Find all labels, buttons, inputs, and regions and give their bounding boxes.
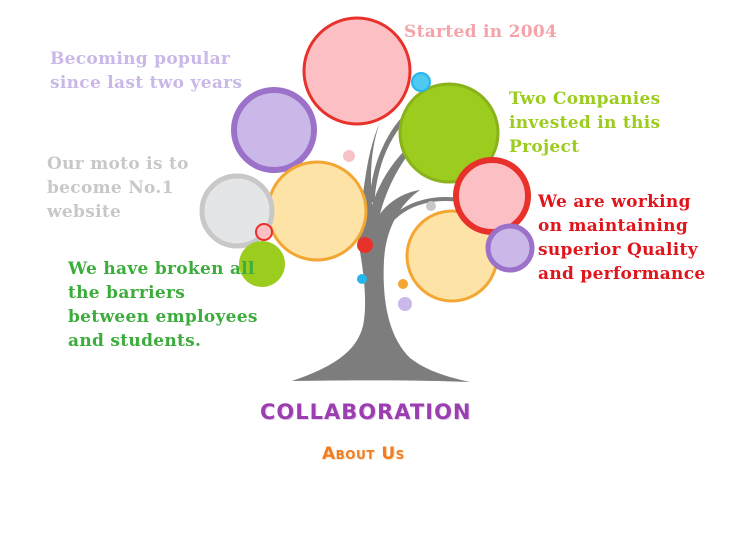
caption-companies: Two Companies invested in this Project <box>509 89 661 157</box>
caption-popular: Becoming popular since last two years <box>50 49 243 93</box>
about-us-link[interactable]: About Us <box>322 444 462 464</box>
blue-dot <box>411 72 431 92</box>
caption-barriers: We have broken all the barriers between … <box>68 259 258 351</box>
small-purple-circle <box>485 223 535 273</box>
blue-dot-small <box>357 274 367 284</box>
red-circle <box>453 157 531 235</box>
caption-started: Started in 2004 <box>404 22 558 42</box>
caption-quality: We are working on maintaining superior Q… <box>538 192 706 284</box>
grey-dot <box>426 201 436 211</box>
orange-dot <box>398 279 408 289</box>
purple-circle <box>231 87 317 173</box>
collaboration-heading: COLLABORATION <box>260 400 472 424</box>
pink-dot <box>343 150 355 162</box>
red-dot <box>357 237 373 253</box>
caption-moto: Our moto is to become No.1 website <box>47 154 189 222</box>
lavender-dot <box>398 297 412 311</box>
small-red-ring <box>255 223 273 241</box>
yellow-circle-left <box>266 160 368 262</box>
pink-circle <box>302 16 412 126</box>
